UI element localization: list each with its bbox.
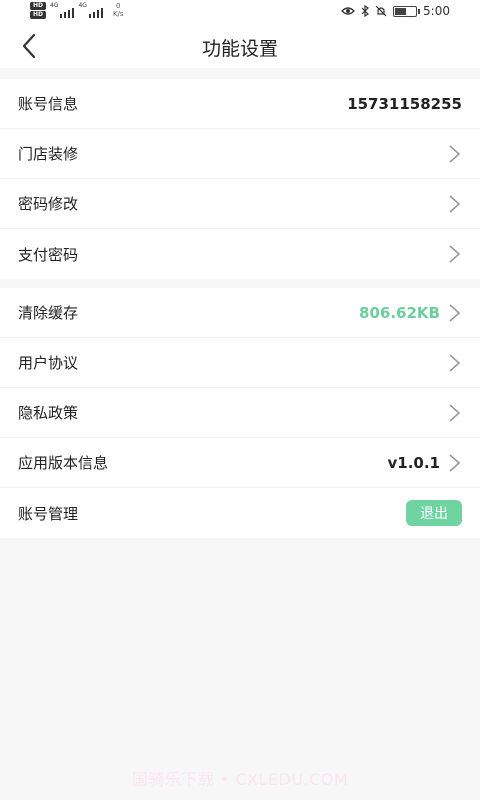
- chevron-right-icon: [449, 353, 461, 372]
- status-left: HD HD 4G 4G 0 K/s: [30, 2, 124, 19]
- row-user-agreement[interactable]: 用户协议: [0, 338, 480, 388]
- row-label: 用户协议: [18, 354, 79, 372]
- chevron-right-icon: [449, 194, 461, 213]
- row-store-decoration[interactable]: 门店装修: [0, 129, 480, 179]
- row-label: 支付密码: [18, 245, 79, 264]
- row-label: 应用版本信息: [18, 454, 109, 472]
- hd-icon: HD HD: [30, 2, 46, 19]
- chevron-right-icon: [449, 453, 461, 472]
- row-label: 账号信息: [18, 95, 79, 113]
- row-app-version[interactable]: 应用版本信息 v1.0.1: [0, 438, 480, 488]
- chevron-right-icon: [449, 403, 461, 422]
- chevron-right-icon: [449, 303, 461, 322]
- logout-button[interactable]: 退出: [406, 500, 462, 526]
- chevron-right-icon: [449, 144, 461, 163]
- row-change-password[interactable]: 密码修改: [0, 179, 480, 229]
- watermark: 国骑乐下载 • CXLEDU.COM: [131, 770, 349, 789]
- chevron-right-icon: [449, 245, 461, 263]
- row-privacy-policy[interactable]: 隐私政策: [0, 388, 480, 438]
- row-label: 隐私政策: [18, 404, 79, 422]
- row-account-info[interactable]: 账号信息 15731158255: [0, 79, 480, 129]
- bluetooth-icon: [361, 5, 369, 17]
- settings-group-account: 账号信息 15731158255 门店装修 密码修改 支付密码: [0, 79, 480, 279]
- eye-icon: [341, 7, 355, 15]
- row-account-management: 账号管理 退出: [0, 488, 480, 538]
- mute-bell-icon: [375, 5, 387, 17]
- status-bar: HD HD 4G 4G 0 K/s 5:00: [0, 0, 480, 24]
- cache-size: 806.62KB: [359, 303, 440, 322]
- phone-number: 15731158255: [347, 94, 462, 113]
- page-title: 功能设置: [201, 38, 278, 60]
- row-payment-password[interactable]: 支付密码: [0, 229, 480, 279]
- row-label: 门店装修: [18, 145, 79, 163]
- row-label: 清除缓存: [18, 304, 79, 322]
- row-label: 账号管理: [18, 504, 79, 523]
- row-label: 密码修改: [18, 195, 79, 213]
- signal-icon: 4G: [50, 2, 75, 18]
- network-speed: 0 K/s: [112, 2, 124, 18]
- status-right: 5:00: [341, 4, 450, 18]
- clock: 5:00: [423, 4, 450, 18]
- signal-icon-2: 4G: [78, 2, 103, 18]
- nav-header: 功能设置: [0, 24, 480, 68]
- version-value: v1.0.1: [387, 453, 441, 472]
- settings-group-general: 清除缓存 806.62KB 用户协议 隐私政策 应用版本信息 v1.0.1 账号…: [0, 288, 480, 538]
- battery-icon: [393, 5, 421, 17]
- row-clear-cache[interactable]: 清除缓存 806.62KB: [0, 288, 480, 338]
